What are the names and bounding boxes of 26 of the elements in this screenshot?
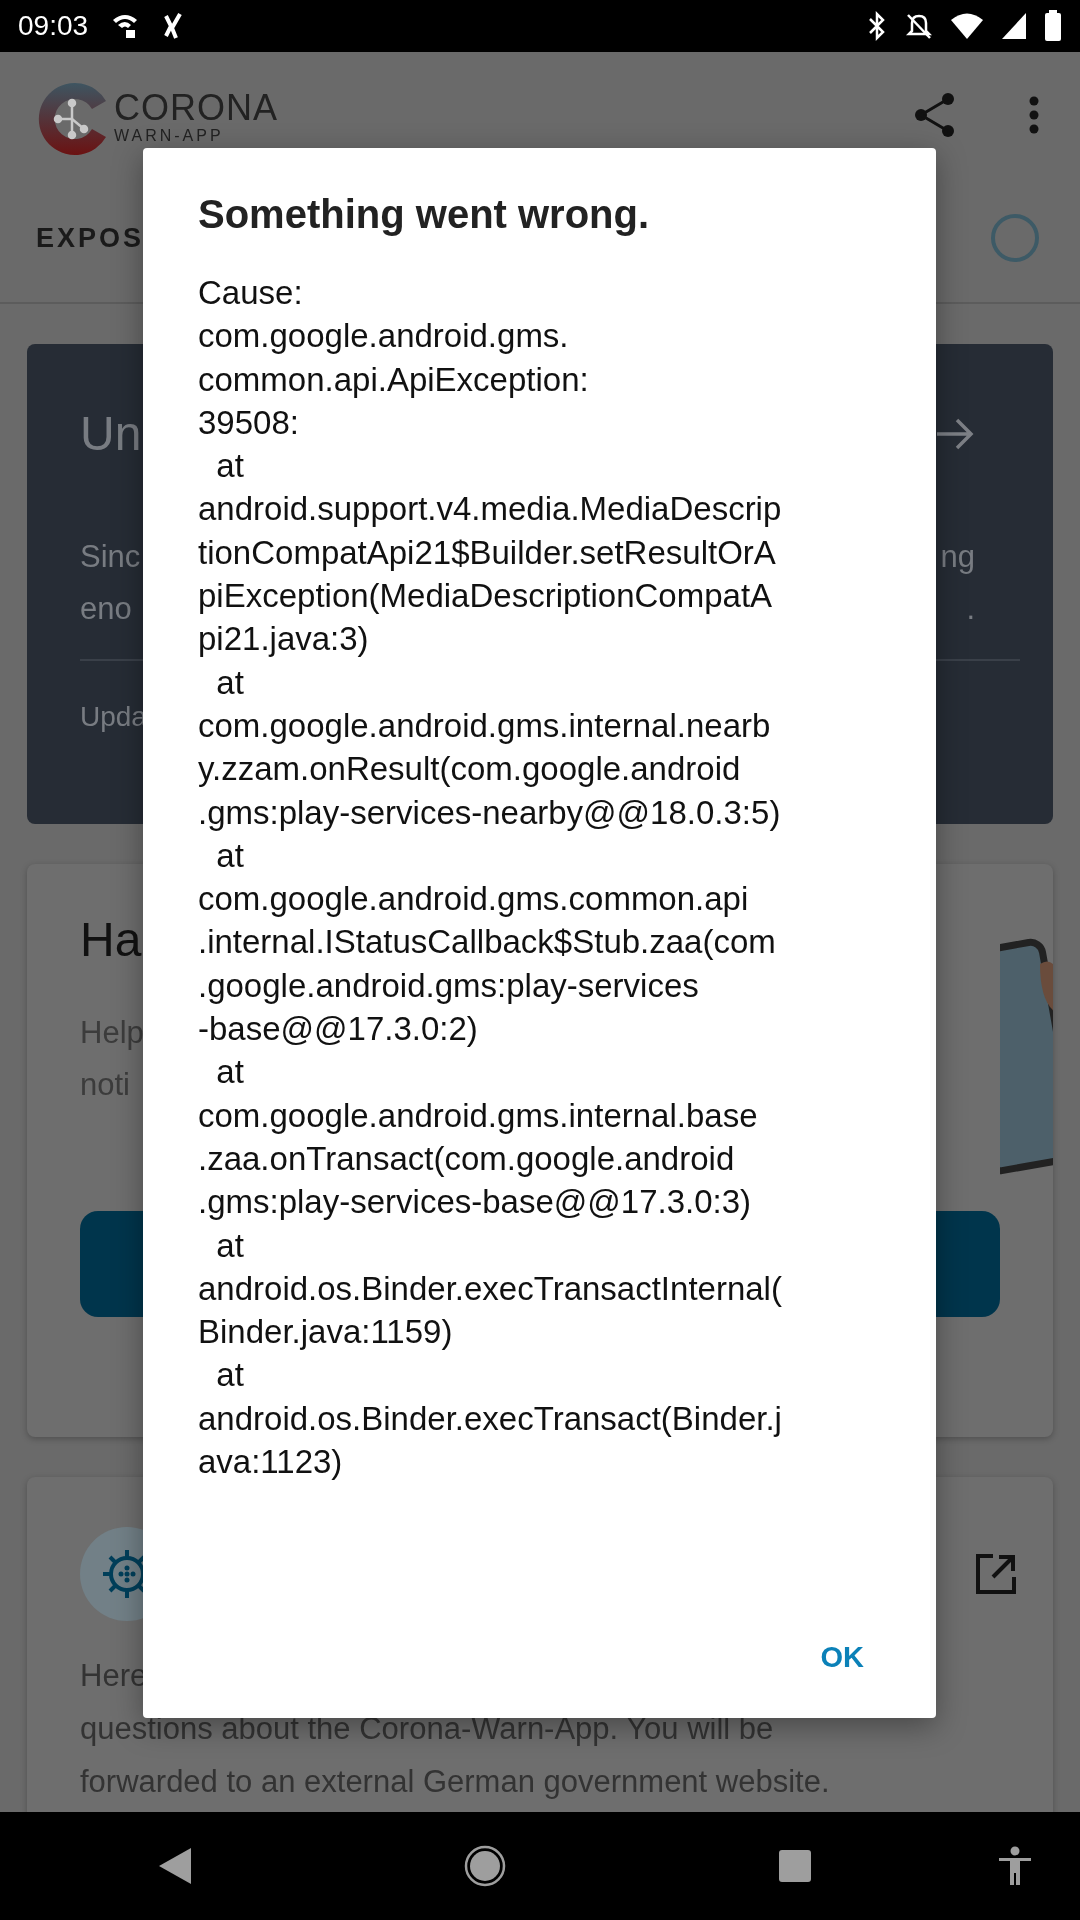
clock: 09:03 bbox=[18, 10, 89, 42]
battery-icon bbox=[1044, 10, 1062, 42]
logo-subtitle: WARN-APP bbox=[114, 127, 225, 145]
share-title: Ha bbox=[80, 912, 142, 967]
risk-title: Un bbox=[80, 406, 142, 461]
more-options-icon[interactable] bbox=[1028, 96, 1040, 134]
logo-title: CORONA bbox=[114, 89, 278, 127]
faq-text: forwarded to an external German government website. bbox=[80, 1763, 830, 1801]
recents-icon[interactable] bbox=[778, 1849, 812, 1883]
external-link-icon[interactable] bbox=[975, 1553, 1017, 1595]
risk-text: eno bbox=[80, 590, 132, 628]
accessibility-icon[interactable] bbox=[997, 1846, 1033, 1886]
ok-button[interactable]: OK bbox=[808, 1633, 876, 1682]
error-message: Cause: com.google.android.gms. common.api.ApiException: 39508: at android.support.v4.media.MediaDescrip tionCompatApi21$Builder.setResultOrA piException(MediaDescriptionCompatA pi21.java:3) at com.google.android.gms.internal.nearb y.zzam.onResult(com.google.android .gms:play-services-nearby@@18.0.3:5) at com.google.android.gms.common.api .internal.IStatusCallback$Stub.zaa(com .google.android.gms:play-services -base@@17.3.0:2) at com.google.android.gms.internal.base .zaa.onTransact(com.google.android .gms:play-services-base@@17.3.0:3) at android.os.Binder.execTransactInternal( Binder.java:1159) at android.os.Binder.execTransact(Binder.j ava:1123) bbox=[198, 273, 782, 1482]
back-icon[interactable] bbox=[157, 1846, 193, 1886]
risk-text: . bbox=[966, 590, 975, 628]
wifi-icon bbox=[950, 11, 984, 41]
dialog-title: Something went wrong. bbox=[198, 192, 651, 237]
risk-text: ng bbox=[940, 538, 975, 576]
progress-ring-icon bbox=[990, 213, 1040, 263]
signal-icon bbox=[1000, 11, 1028, 41]
exposure-tab[interactable]: EXPOS bbox=[36, 222, 145, 254]
risk-text: Sinc bbox=[80, 538, 141, 576]
share-icon[interactable] bbox=[914, 92, 956, 138]
home-icon[interactable] bbox=[464, 1845, 506, 1887]
arrow-right-icon bbox=[935, 416, 975, 451]
